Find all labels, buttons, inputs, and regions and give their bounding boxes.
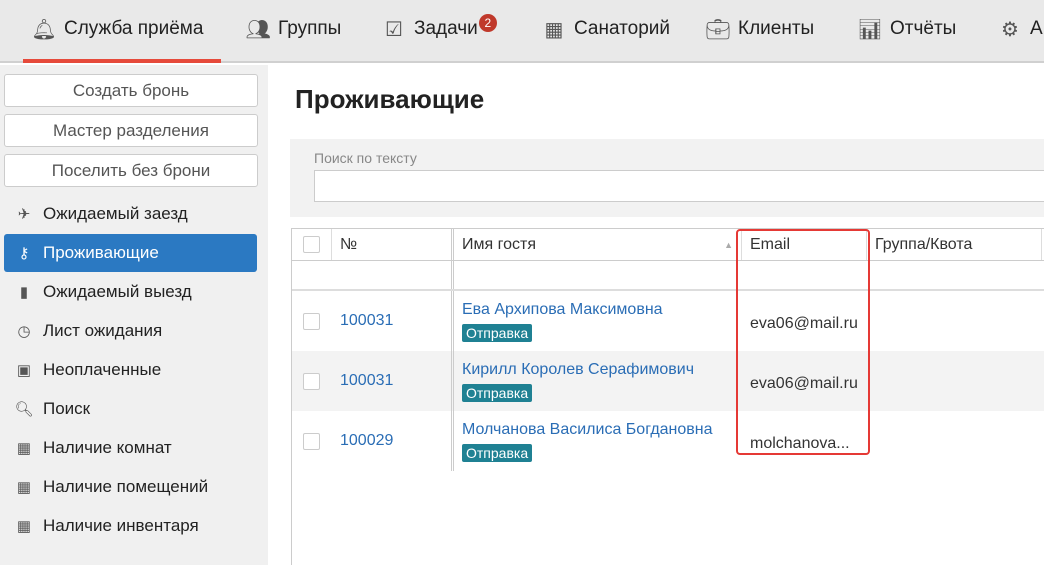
sidebar-item-waitlist[interactable]: ◷ Лист ожидания (4, 312, 257, 350)
nav-sanatorium[interactable]: ▦ Санаторий (542, 14, 670, 44)
guest-name-link[interactable]: Ева Архипова Максимовна (462, 301, 663, 319)
sidebar-item-inventory-availability[interactable]: ▦ Наличие инвентаря (4, 507, 257, 545)
select-all-checkbox[interactable] (303, 236, 320, 253)
gears-icon: ⚙ (1001, 18, 1019, 41)
bell-icon: 🔔︎ (31, 18, 57, 41)
group-cell (867, 351, 1042, 411)
sidebar-item-premises-availability[interactable]: ▦ Наличие помещений (4, 468, 257, 506)
bar-chart-icon: 📊︎ (857, 18, 883, 41)
table-row[interactable]: 100029 Молчанова Василиса Богдановна Отпр… (292, 411, 1044, 471)
booking-number-link[interactable]: 100031 (332, 351, 454, 411)
briefcase-icon: 💼︎ (705, 18, 731, 41)
email-cell: eva06@mail.ru (750, 375, 858, 392)
status-badge: Отправка (462, 323, 533, 342)
users-icon: 👥︎ (245, 18, 271, 41)
row-checkbox[interactable] (303, 312, 320, 330)
search-label: Поиск по тексту (314, 150, 417, 166)
nav-groups[interactable]: 👥︎ Группы (245, 14, 341, 44)
grid-icon: ▦ (16, 440, 32, 457)
booking-number-link[interactable]: 100031 (332, 291, 454, 351)
search-icon: 🔍︎ (14, 401, 34, 418)
sidebar-item-expected-departure[interactable]: ▮ Ожидаемый выезд (4, 273, 257, 311)
booking-number-link[interactable]: 100029 (332, 411, 454, 471)
table-header: № Имя гостя ▲ Email Группа/Квота (292, 228, 1044, 261)
nav-reports[interactable]: 📊︎ Отчёты (857, 14, 956, 44)
table-row[interactable]: 100031 Кирилл Королев Серафимович Отправк… (292, 351, 1044, 411)
sidebar-item-room-availability[interactable]: ▦ Наличие комнат (4, 429, 257, 467)
guest-name-link[interactable]: Молчанова Василиса Богдановна (462, 421, 713, 439)
table-row[interactable]: 100031 Ева Архипова Максимовна Отправка e… (292, 291, 1044, 351)
search-panel: Поиск по тексту (290, 139, 1044, 217)
suitcase-icon: ▮ (19, 284, 29, 301)
tasks-badge: 2 (478, 14, 497, 32)
nav-tasks[interactable]: ☑ Задачи 2 (382, 14, 497, 44)
header-guest-name[interactable]: Имя гостя ▲ (454, 229, 742, 260)
sidebar-item-expected-arrival[interactable]: ✈ Ожидаемый заезд (4, 195, 257, 233)
grid-icon: ▦ (16, 479, 32, 496)
row-checkbox[interactable] (303, 372, 320, 390)
header-number[interactable]: № (332, 229, 454, 260)
header-group-quota[interactable]: Группа/Квота (867, 229, 1042, 260)
status-badge: Отправка (462, 443, 533, 462)
page-title: Проживающие (295, 84, 485, 114)
sidebar: Создать бронь Мастер разделения Поселить… (0, 65, 268, 565)
search-input[interactable] (314, 170, 1044, 202)
sidebar-item-residents[interactable]: ⚷ Проживающие (4, 234, 257, 272)
key-icon: ⚷ (18, 245, 30, 262)
sidebar-item-unpaid[interactable]: ▣ Неоплаченные (4, 351, 257, 389)
filter-row (292, 261, 1044, 291)
email-cell: eva06@mail.ru (750, 315, 858, 332)
sidebar-item-search[interactable]: 🔍︎ Поиск (4, 390, 257, 428)
row-checkbox[interactable] (303, 432, 320, 450)
residents-table: № Имя гостя ▲ Email Группа/Квота 100031 Е… (291, 228, 1044, 565)
grid-icon: ▦ (16, 518, 32, 535)
group-cell (867, 291, 1042, 351)
group-cell (867, 411, 1042, 471)
guest-name-link[interactable]: Кирилл Королев Серафимович (462, 361, 694, 379)
nav-clients[interactable]: 💼︎ Клиенты (705, 14, 814, 44)
calendar-check-icon: ☑ (385, 18, 403, 41)
clock-icon: ◷ (17, 323, 31, 340)
top-navbar: 🔔︎ Служба приёма 👥︎ Группы ☑ Задачи 2 ▦ Санат… (0, 0, 1044, 63)
status-badge: Отправка (462, 383, 533, 402)
email-cell: molchanova... (750, 435, 850, 452)
checkin-without-booking-button[interactable]: Поселить без брони (4, 154, 258, 187)
money-icon: ▣ (16, 362, 32, 379)
active-tab-indicator (23, 59, 221, 63)
create-booking-button[interactable]: Создать бронь (4, 74, 258, 107)
plane-icon: ✈ (17, 206, 31, 223)
nav-admin[interactable]: ⚙ А (998, 14, 1043, 44)
header-email[interactable]: Email (742, 229, 867, 260)
nav-reception[interactable]: 🔔︎ Служба приёма (31, 14, 203, 44)
split-wizard-button[interactable]: Мастер разделения (4, 114, 258, 147)
sort-asc-icon: ▲ (724, 239, 733, 250)
building-icon: ▦ (544, 18, 564, 41)
